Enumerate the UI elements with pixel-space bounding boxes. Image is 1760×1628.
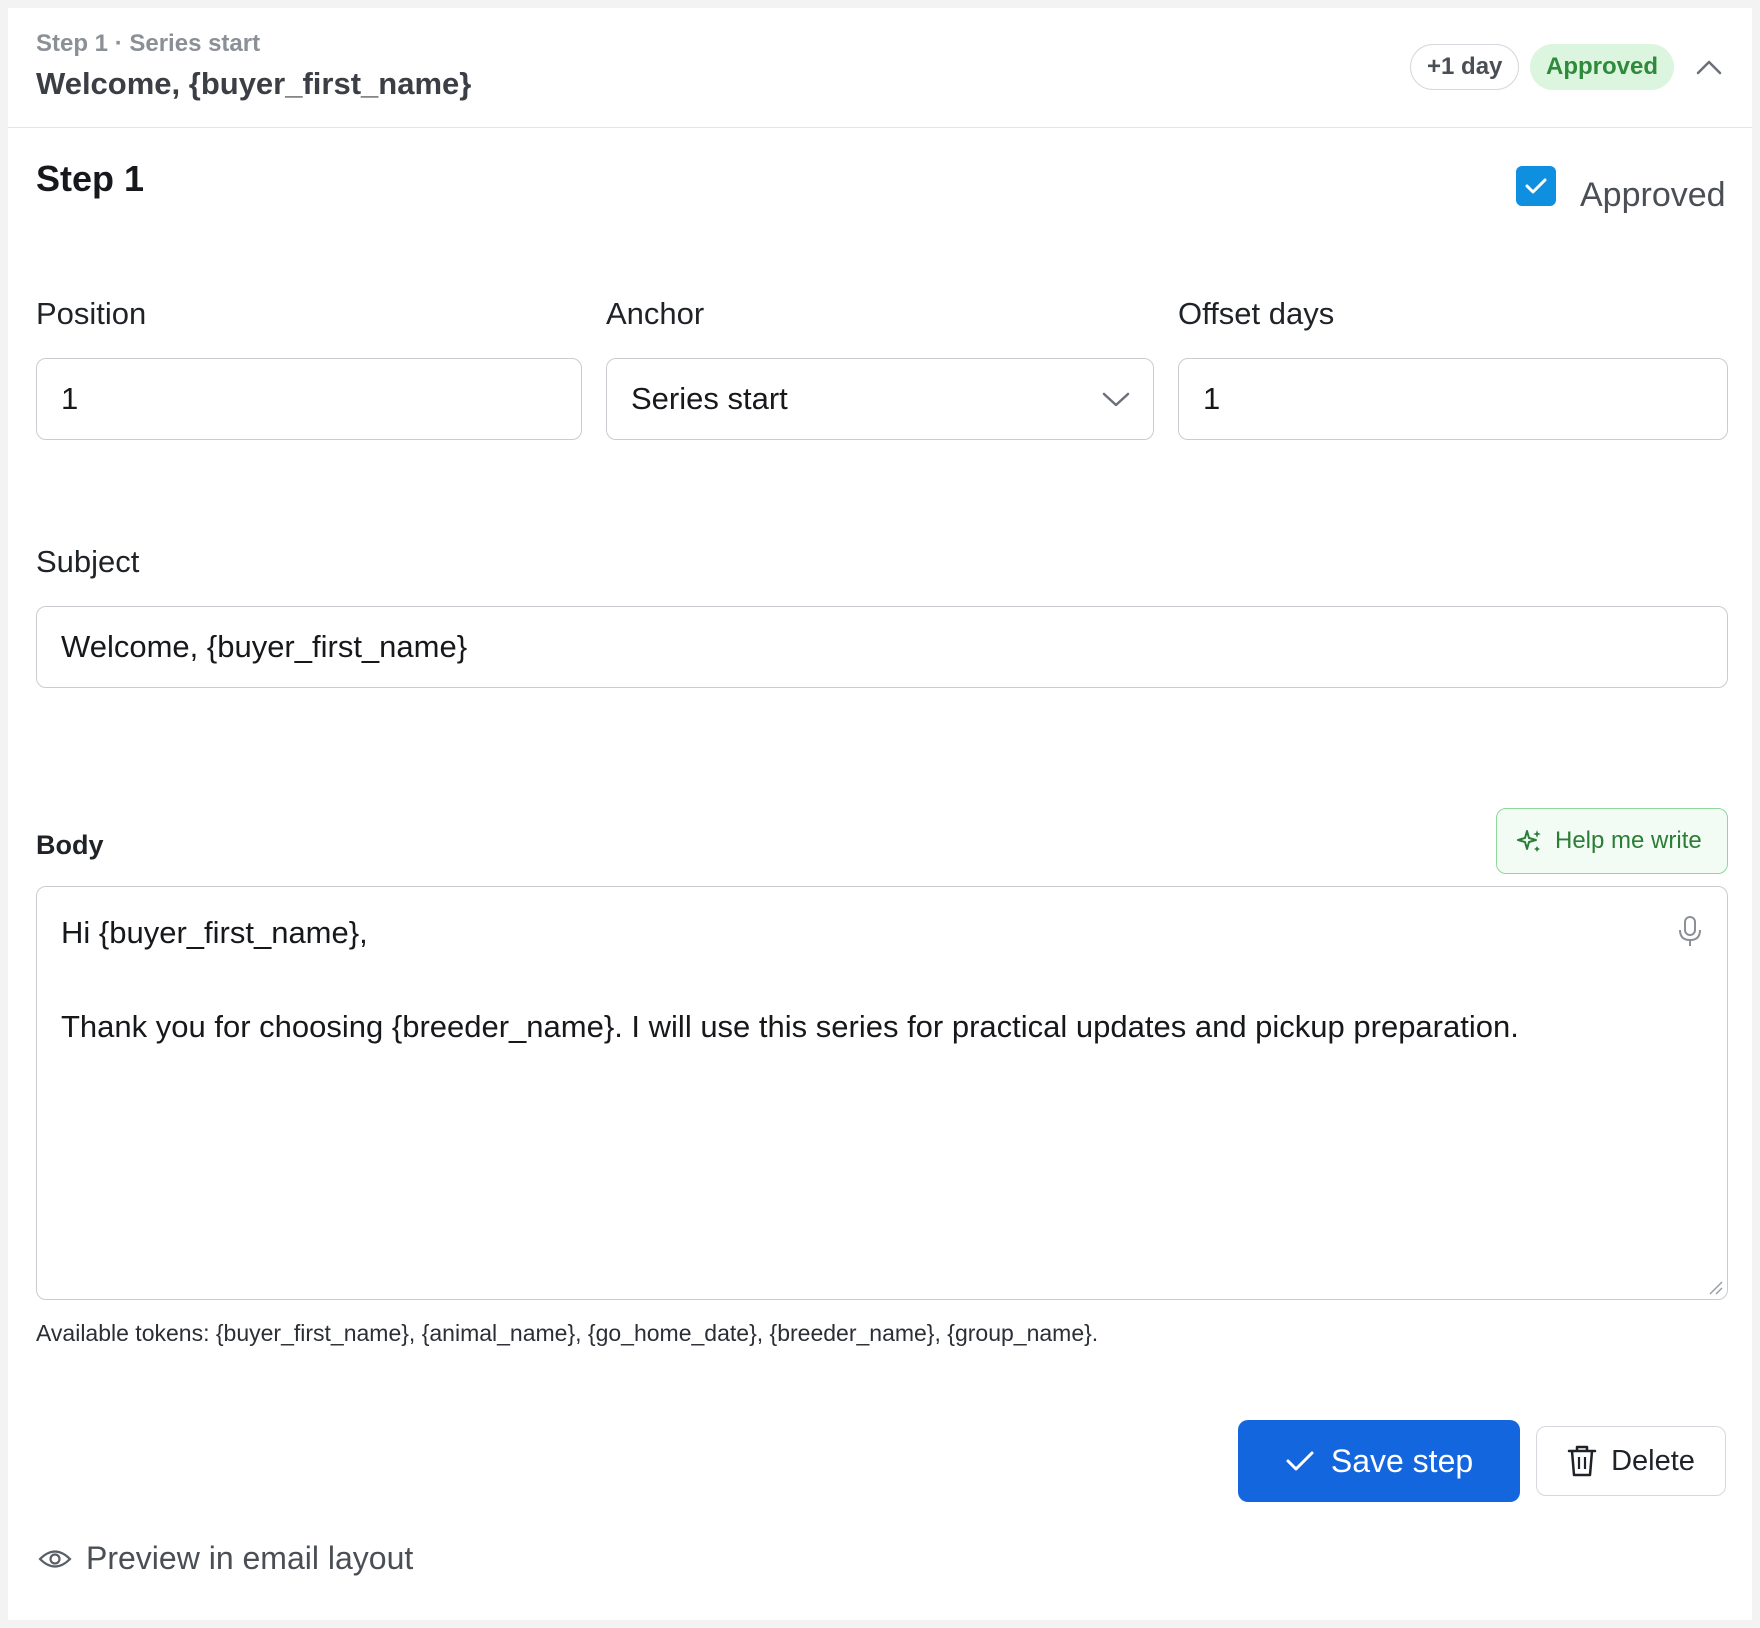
delete-step-button[interactable]: Delete: [1536, 1426, 1726, 1496]
save-step-label: Save step: [1330, 1442, 1474, 1479]
check-icon: [1525, 178, 1547, 194]
chevron-up-icon[interactable]: [1694, 54, 1724, 80]
help-me-write-label: Help me write: [1555, 827, 1702, 854]
available-tokens-hint: Available tokens: {buyer_first_name}, {a…: [36, 1320, 1099, 1346]
approved-checkbox[interactable]: [1516, 166, 1556, 206]
step-eyebrow: Step 1 · Series start: [36, 30, 261, 57]
position-label: Position: [36, 296, 147, 331]
anchor-value: Series start: [631, 381, 788, 416]
chevron-down-icon: [1102, 392, 1130, 407]
check-icon: [1286, 1451, 1314, 1471]
offset-days-value: 1: [1203, 381, 1221, 416]
step-card: Step 1 · Series start Welcome, {buyer_fi…: [8, 8, 1752, 1620]
eye-icon: [38, 1549, 72, 1568]
body-label: Body: [36, 830, 104, 860]
preview-email-link[interactable]: Preview in email layout: [38, 1540, 413, 1577]
delete-step-label: Delete: [1611, 1444, 1695, 1477]
offset-days-label: Offset days: [1178, 296, 1335, 331]
step-card-header[interactable]: Step 1 · Series start Welcome, {buyer_fi…: [8, 8, 1752, 128]
help-me-write-button[interactable]: Help me write: [1496, 808, 1728, 874]
body-line-1: Hi {buyer_first_name},: [61, 915, 368, 950]
step-header-title: Welcome, {buyer_first_name}: [36, 66, 472, 101]
body-line-2: [61, 956, 1703, 1003]
body-line-3: Thank you for choosing {breeder_name}. I…: [61, 1009, 1519, 1044]
anchor-select[interactable]: Series start: [606, 358, 1154, 440]
position-value: 1: [61, 381, 79, 416]
subject-label: Subject: [36, 544, 140, 579]
status-badge: Approved: [1530, 44, 1675, 90]
position-input[interactable]: 1: [36, 358, 582, 440]
approved-checkbox-label[interactable]: Approved: [1580, 176, 1726, 215]
subject-input[interactable]: Welcome, {buyer_first_name}: [36, 606, 1728, 688]
step-title: Step 1: [36, 158, 145, 199]
anchor-label: Anchor: [606, 296, 705, 331]
body-textarea[interactable]: Hi {buyer_first_name}, Thank you for cho…: [36, 886, 1728, 1300]
subject-value: Welcome, {buyer_first_name}: [61, 629, 468, 664]
microphone-icon[interactable]: [1677, 915, 1703, 949]
trash-icon: [1567, 1445, 1597, 1477]
save-step-button[interactable]: Save step: [1238, 1420, 1520, 1502]
preview-email-label: Preview in email layout: [86, 1540, 414, 1576]
resize-handle-icon[interactable]: [1707, 1279, 1723, 1295]
sparkle-icon: [1517, 830, 1541, 852]
offset-badge: +1 day: [1410, 44, 1520, 90]
offset-days-input[interactable]: 1: [1178, 358, 1728, 440]
